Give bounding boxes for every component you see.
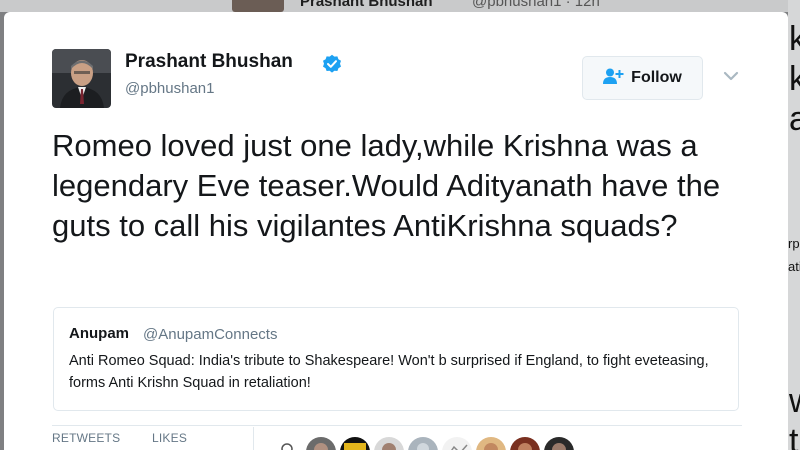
background-handle: @pbhushan1 · 12h xyxy=(472,0,600,10)
liker-avatar[interactable] xyxy=(510,437,540,450)
background-fragment: w xyxy=(789,384,800,418)
liker-avatar[interactable] xyxy=(340,437,370,450)
background-avatar xyxy=(232,0,284,12)
tweet-modal: Prashant Bhushan @pbhushan1 Follow Romeo… xyxy=(4,12,788,450)
liker-avatar[interactable] xyxy=(408,437,438,450)
liker-avatar[interactable] xyxy=(306,437,336,450)
background-name: Prashant Bhushan xyxy=(300,0,433,10)
liker-avatar[interactable] xyxy=(476,437,506,450)
chevron-down-icon[interactable] xyxy=(722,69,740,83)
display-name[interactable]: Prashant Bhushan xyxy=(125,51,293,73)
retweets-label[interactable]: RETWEETS xyxy=(52,431,120,445)
background-fragment: ati xyxy=(788,259,800,274)
likes-label[interactable]: LIKES xyxy=(152,431,187,445)
follow-label: Follow xyxy=(631,69,682,86)
quoted-tweet[interactable]: Anupam @AnupamConnects Anti Romeo Squad:… xyxy=(53,307,739,411)
background-letter: a xyxy=(789,100,800,138)
quoted-display-name: Anupam xyxy=(69,325,129,342)
stats-divider xyxy=(52,425,742,426)
background-letter: k xyxy=(789,60,800,98)
tweet-text: Romeo loved just one lady,while Krishna … xyxy=(52,128,721,243)
quoted-handle: @AnupamConnects xyxy=(143,326,278,343)
user-handle[interactable]: @pbhushan1 xyxy=(125,80,214,97)
liker-avatar[interactable] xyxy=(272,437,302,450)
stats-separator xyxy=(253,427,254,450)
verified-icon xyxy=(322,54,342,74)
liker-avatar[interactable] xyxy=(374,437,404,450)
background-fragment: tr xyxy=(789,422,800,450)
add-user-icon xyxy=(603,68,625,89)
follow-button[interactable]: Follow xyxy=(582,56,703,100)
quoted-text: Anti Romeo Squad: India's tribute to Sha… xyxy=(69,353,709,391)
avatar[interactable] xyxy=(52,49,111,108)
liker-avatar[interactable] xyxy=(544,437,574,450)
background-letter: k xyxy=(789,20,800,58)
liker-avatar[interactable] xyxy=(442,437,472,450)
background-fragment: rp xyxy=(788,236,800,251)
